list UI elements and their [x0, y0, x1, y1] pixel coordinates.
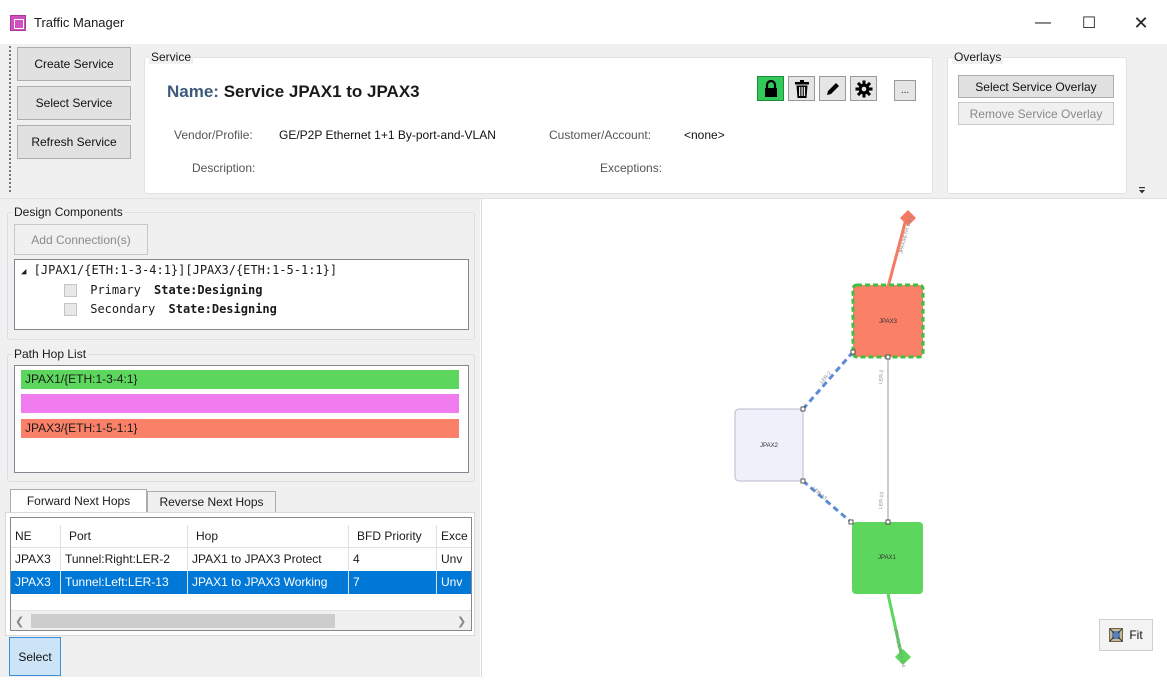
path-hop-item[interactable] — [21, 394, 459, 413]
vendor-profile-value: GE/P2P Ethernet 1+1 By-port-and-VLAN — [279, 128, 496, 142]
cell-exceptions: Unv — [437, 571, 471, 594]
customer-account-value: <none> — [684, 128, 725, 142]
service-name: Name: Service JPAX1 to JPAX3 — [167, 82, 420, 102]
tree-item-primary[interactable]: Primary State:Designing — [64, 283, 262, 297]
window-title: Traffic Manager — [34, 15, 125, 30]
create-service-button[interactable]: Create Service — [17, 47, 131, 81]
port-marker[interactable] — [800, 406, 806, 412]
topology-graph: JPAX3/ETH:1-5-1 JPAX1/ETH:1-3-4 LER-2 LE… — [734, 210, 925, 668]
app-icon — [10, 15, 26, 31]
horizontal-scrollbar[interactable]: ❮ ❯ — [11, 610, 471, 630]
link-jpax2-jpax1[interactable] — [802, 479, 852, 524]
select-button[interactable]: Select — [9, 637, 61, 676]
port-marker[interactable] — [850, 349, 856, 355]
edit-button[interactable] — [819, 76, 846, 101]
column-header-port[interactable]: Port — [61, 525, 188, 548]
design-components-label: Design Components — [14, 205, 123, 219]
overlays-group-label: Overlays — [952, 50, 1004, 64]
cell-exceptions: Unv — [437, 548, 471, 571]
link-label: JPAX1/ETH:1-3-4 — [892, 628, 906, 668]
tree-root-node[interactable]: ◢ [JPAX1/{ETH:1-3-4:1}][JPAX3/{ETH:1-5-1… — [21, 263, 337, 277]
scroll-right-icon[interactable]: ❯ — [457, 615, 466, 628]
column-header-hop[interactable]: Hop — [188, 525, 349, 548]
node-jpax3-label: JPAX3 — [879, 319, 898, 325]
exceptions-label: Exceptions: — [600, 161, 663, 175]
refresh-service-button[interactable]: Refresh Service — [17, 125, 131, 159]
trash-icon — [794, 79, 809, 98]
fit-button[interactable]: Fit — [1099, 619, 1153, 651]
minimize-button[interactable]: — — [1020, 8, 1066, 38]
link-label: LER-2 — [878, 369, 885, 384]
cell-bfd-priority: 4 — [349, 548, 437, 571]
cell-port: Tunnel:Right:LER-2 — [61, 548, 188, 571]
pencil-icon — [826, 82, 839, 95]
delete-button[interactable] — [788, 76, 815, 101]
link-label: LER-13 — [878, 492, 885, 510]
fit-icon — [1109, 628, 1124, 642]
scrollbar-thumb[interactable] — [31, 614, 335, 628]
add-connection-button[interactable]: Add Connection(s) — [14, 224, 148, 255]
primary-label: Primary — [90, 283, 141, 297]
column-header-ne[interactable]: NE — [11, 525, 61, 548]
port-marker[interactable] — [800, 478, 806, 484]
vendor-profile-label: Vendor/Profile: — [174, 128, 253, 142]
fit-label: Fit — [1129, 628, 1143, 642]
cell-hop: JPAX1 to JPAX3 Protect — [188, 548, 349, 571]
column-header-exceptions[interactable]: Exce — [437, 525, 471, 548]
title-bar: Traffic Manager — ☐ ✕ — [0, 0, 1167, 44]
service-name-value: Service JPAX1 to JPAX3 — [223, 82, 420, 101]
expand-icon[interactable]: ◢ — [21, 267, 26, 277]
customer-account-label: Customer/Account: — [549, 128, 652, 142]
path-hop-list-label: Path Hop List — [14, 347, 87, 361]
secondary-state: State:Designing — [168, 302, 277, 316]
settings-button[interactable] — [850, 76, 877, 101]
column-header-bfd-priority[interactable]: BFD Priority — [349, 525, 437, 548]
cell-hop: JPAX1 to JPAX3 Working — [188, 571, 349, 594]
close-button[interactable]: ✕ — [1118, 8, 1164, 38]
port-marker[interactable] — [885, 519, 891, 525]
node-jpax1-label: JPAX1 — [878, 555, 897, 561]
cell-ne: JPAX3 — [11, 571, 61, 594]
select-service-overlay-button[interactable]: Select Service Overlay — [958, 75, 1114, 98]
toolbar-overflow-icon[interactable] — [1138, 184, 1146, 194]
service-group: Service — [144, 50, 933, 194]
description-label: Description: — [192, 161, 256, 175]
secondary-checkbox[interactable] — [64, 303, 77, 316]
tree-root-label: [JPAX1/{ETH:1-3-4:1}][JPAX3/{ETH:1-5-1:1… — [33, 263, 338, 277]
cell-port: Tunnel:Left:LER-13 — [61, 571, 188, 594]
select-service-button[interactable]: Select Service — [17, 86, 131, 120]
cell-bfd-priority: 7 — [349, 571, 437, 594]
secondary-label: Secondary — [90, 302, 156, 316]
toolbar-grip[interactable] — [9, 46, 11, 192]
path-hop-item[interactable]: JPAX3/{ETH:1-5-1:1} — [21, 419, 459, 438]
port-marker[interactable] — [885, 354, 891, 360]
maximize-button[interactable]: ☐ — [1066, 8, 1112, 38]
gear-icon — [855, 80, 872, 97]
more-button[interactable]: ... — [894, 80, 916, 101]
tab-forward-next-hops[interactable]: Forward Next Hops — [10, 489, 147, 513]
service-group-label: Service — [149, 50, 194, 64]
port-marker[interactable] — [848, 519, 854, 525]
tree-item-secondary[interactable]: Secondary State:Designing — [64, 302, 277, 316]
topology-canvas[interactable]: JPAX3/ETH:1-5-1 JPAX1/ETH:1-3-4 LER-2 LE… — [481, 199, 1167, 677]
tab-reverse-next-hops[interactable]: Reverse Next Hops — [147, 491, 276, 513]
primary-state: State:Designing — [154, 283, 263, 297]
service-name-label: Name: — [167, 82, 219, 101]
scroll-left-icon[interactable]: ❮ — [15, 615, 24, 628]
lock-button[interactable] — [757, 76, 784, 101]
node-jpax2-label: JPAX2 — [760, 443, 779, 449]
link-label: LER-13 — [811, 486, 828, 502]
link-jpax3-jpax2[interactable] — [801, 351, 855, 410]
cell-ne: JPAX3 — [11, 548, 61, 571]
next-hops-grid: NE Port Hop BFD Priority Exce JPAX3 Tunn… — [10, 517, 472, 631]
path-hop-item[interactable]: JPAX1/{ETH:1-3-4:1} — [21, 370, 459, 389]
remove-service-overlay-button[interactable]: Remove Service Overlay — [958, 102, 1114, 125]
lock-icon — [764, 79, 777, 97]
primary-checkbox[interactable] — [64, 284, 77, 297]
